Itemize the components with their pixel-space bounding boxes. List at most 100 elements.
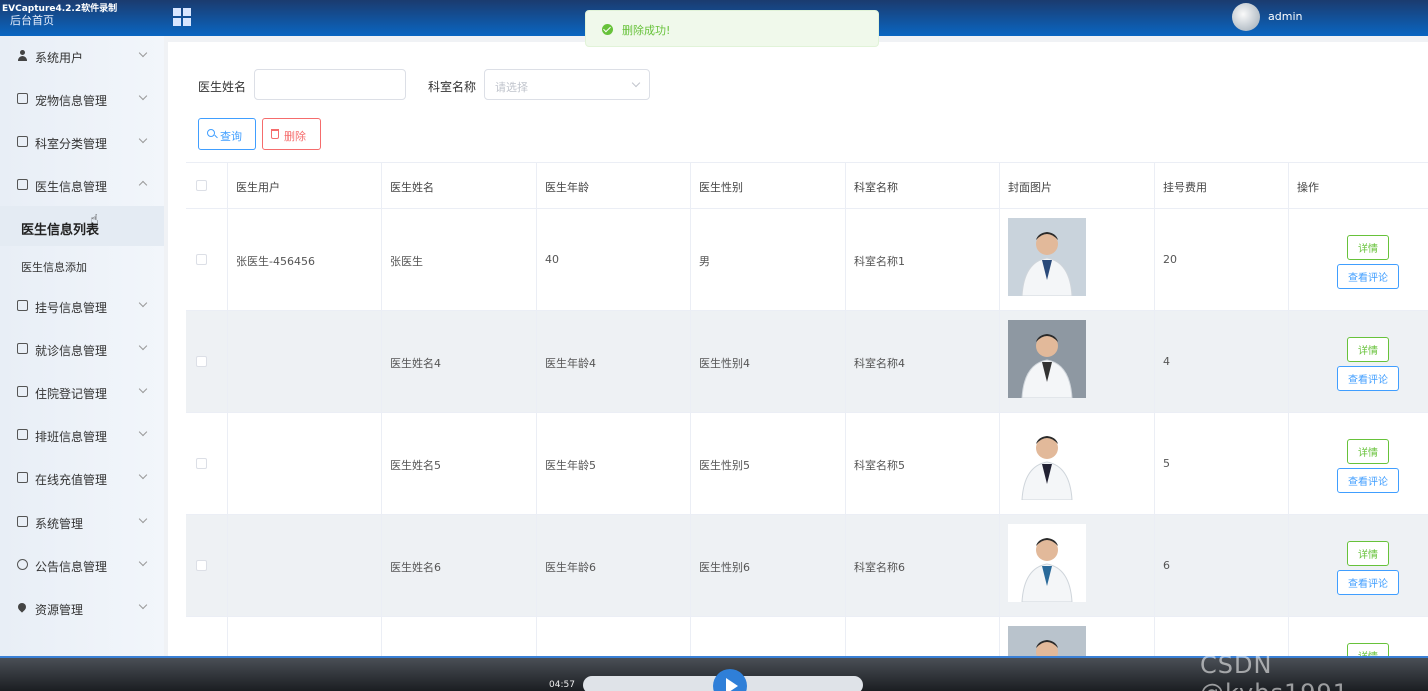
doc-icon	[17, 343, 28, 354]
table-cell: 张医生-456456	[228, 209, 382, 310]
cell-text: 医生姓名6	[390, 561, 441, 574]
sidebar-item-dept-category[interactable]: 科室分类管理	[0, 122, 164, 162]
chevron-up-icon	[138, 180, 148, 190]
sidebar-item-hospitalization[interactable]: 住院登记管理	[0, 372, 164, 412]
detail-button[interactable]: 详情	[1347, 541, 1389, 566]
main-content: 医生姓名 科室名称 请选择 查询 删除 医生用户 医生姓名 医生年龄 医生性别 …	[168, 42, 1428, 656]
cell-text: 医生年龄5	[545, 459, 596, 472]
sidebar-item-recharge[interactable]: 在线充值管理	[0, 458, 164, 498]
doctor-name-label: 医生姓名	[198, 80, 247, 94]
sidebar-item-visit[interactable]: 就诊信息管理	[0, 329, 164, 369]
delete-button-label: 删除	[284, 131, 306, 143]
column-header: 医生用户	[228, 163, 382, 208]
search-button[interactable]: 查询	[198, 118, 256, 150]
table-cell	[186, 515, 228, 616]
sidebar-item-label: 医生信息管理	[35, 180, 108, 194]
row-checkbox[interactable]	[196, 356, 207, 367]
info-icon	[17, 559, 28, 570]
avatar[interactable]	[1232, 3, 1260, 31]
view-reviews-button[interactable]: 查看评论	[1337, 570, 1399, 595]
chevron-down-icon	[138, 341, 148, 351]
view-reviews-button[interactable]: 查看评论	[1337, 264, 1399, 289]
table-cell: 医生年龄4	[537, 311, 691, 412]
doctor-name-input[interactable]	[254, 69, 406, 100]
detail-button[interactable]: 详情	[1347, 235, 1389, 260]
table-cell	[186, 617, 228, 656]
column-header: 封面图片	[1000, 163, 1155, 208]
column-header: 医生性别	[691, 163, 846, 208]
cell-text: 科室名称6	[854, 561, 905, 574]
view-reviews-button[interactable]: 查看评论	[1337, 468, 1399, 493]
table-cell	[228, 413, 382, 514]
sidebar-item-label: 公告信息管理	[35, 560, 108, 574]
sidebar-subitem-doctor-list[interactable]: 医生信息列表	[0, 206, 164, 246]
doctor-photo	[1008, 320, 1086, 398]
table-cell: 20	[1155, 209, 1289, 310]
table-cell: 医生性别7	[691, 617, 846, 656]
row-checkbox[interactable]	[196, 254, 207, 265]
sidebar-item-label: 系统管理	[35, 517, 84, 531]
sidebar-item-system-users[interactable]: 系统用户	[0, 36, 164, 76]
sidebar-item-doctor-info[interactable]: 医生信息管理	[0, 165, 164, 205]
grid-menu-icon[interactable]	[172, 7, 192, 27]
table-cell: 医生姓名4	[382, 311, 537, 412]
sidebar-item-resources[interactable]: 资源管理	[0, 588, 164, 628]
doc-icon	[17, 93, 28, 104]
table-cell: 科室名称7	[846, 617, 1000, 656]
detail-button[interactable]: 详情	[1347, 439, 1389, 464]
cell-text: 医生年龄4	[545, 357, 596, 370]
cell-text: 科室名称1	[854, 255, 905, 268]
user-name[interactable]: admin	[1268, 10, 1302, 23]
chevron-down-icon	[138, 48, 148, 58]
toast-message: 删除成功!	[622, 24, 671, 37]
user-icon	[17, 50, 28, 61]
chevron-down-icon	[138, 384, 148, 394]
chevron-down-icon	[138, 600, 148, 610]
trash-icon	[271, 129, 279, 139]
chevron-down-icon	[138, 427, 148, 437]
cell-text: 医生性别5	[699, 459, 750, 472]
cell-text: 医生年龄6	[545, 561, 596, 574]
doc-icon	[17, 386, 28, 397]
table-cell: 医生年龄5	[537, 413, 691, 514]
row-checkbox[interactable]	[196, 458, 207, 469]
chevron-down-icon	[138, 514, 148, 524]
sidebar-item-notice[interactable]: 公告信息管理	[0, 545, 164, 585]
sidebar-item-registration[interactable]: 挂号信息管理	[0, 286, 164, 326]
table-cell: 医生姓名5	[382, 413, 537, 514]
column-header: 操作	[1297, 181, 1319, 194]
home-link[interactable]: 后台首页	[10, 12, 54, 28]
sidebar-item-label: 科室分类管理	[35, 137, 108, 151]
table-cell	[1000, 413, 1155, 514]
play-icon[interactable]	[713, 669, 747, 691]
sidebar-subitem-label: 医生信息列表	[21, 223, 100, 238]
dept-select[interactable]: 请选择	[484, 69, 650, 100]
cell-text: 医生性别6	[699, 561, 750, 574]
table-cell	[1000, 515, 1155, 616]
table-cell	[1000, 209, 1155, 310]
column-header: 科室名称	[846, 163, 1000, 208]
table-cell	[186, 209, 228, 310]
image-icon	[17, 516, 28, 527]
cell-text: 40	[545, 253, 559, 266]
player-time: 04:57	[549, 680, 575, 690]
sidebar-subitem-doctor-add[interactable]: 医生信息添加	[0, 246, 164, 286]
sidebar-item-label: 挂号信息管理	[35, 301, 108, 315]
select-all-checkbox[interactable]	[196, 180, 207, 191]
detail-button[interactable]: 详情	[1347, 337, 1389, 362]
sidebar-item-pet-info[interactable]: 宠物信息管理	[0, 79, 164, 119]
cell-text: 20	[1163, 253, 1177, 266]
cell-text: 男	[699, 255, 710, 268]
row-checkbox[interactable]	[196, 560, 207, 571]
table-cell	[228, 311, 382, 412]
sidebar-item-system-manage[interactable]: 系统管理	[0, 502, 164, 542]
delete-button[interactable]: 删除	[262, 118, 321, 150]
search-button-label: 查询	[220, 131, 242, 143]
view-reviews-button[interactable]: 查看评论	[1337, 366, 1399, 391]
sidebar-subitem-label: 医生信息添加	[21, 261, 87, 274]
cell-text: 4	[1163, 355, 1170, 368]
table-cell	[228, 515, 382, 616]
cell-text: 医生性别4	[699, 357, 750, 370]
sidebar-item-schedule[interactable]: 排班信息管理	[0, 415, 164, 455]
sidebar-item-label: 宠物信息管理	[35, 94, 108, 108]
